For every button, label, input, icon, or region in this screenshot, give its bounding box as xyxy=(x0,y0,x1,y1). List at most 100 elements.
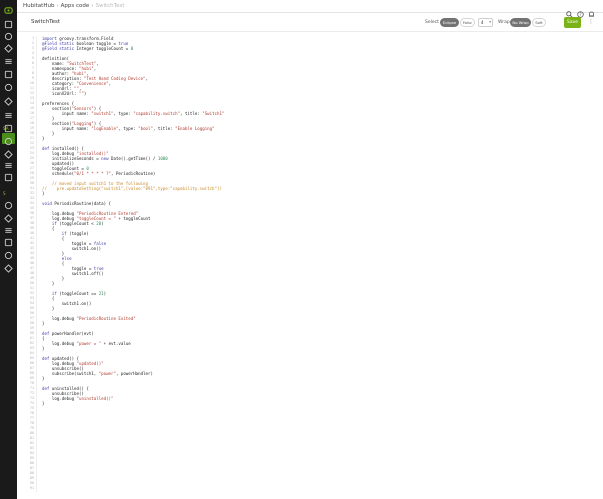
line-number: 68 xyxy=(29,371,34,375)
line-number: 69 xyxy=(29,376,34,380)
line-number: 8 xyxy=(31,71,34,75)
line-number: 47 xyxy=(29,266,34,270)
line-number: 4 xyxy=(31,51,34,55)
line-number: 55 xyxy=(29,306,34,310)
tools-icon[interactable] xyxy=(4,150,13,159)
notification-icon[interactable] xyxy=(588,3,595,17)
line-number: 74 xyxy=(29,401,34,405)
globe-icon[interactable] xyxy=(4,264,13,273)
line-number: 49 xyxy=(29,276,34,280)
line-number: 38 xyxy=(29,221,34,225)
line-number: 90 xyxy=(29,481,34,485)
line-number: 17 xyxy=(29,116,34,120)
list-icon[interactable] xyxy=(4,173,13,182)
code-line: } xyxy=(42,281,55,286)
line-number: 81 xyxy=(29,436,34,440)
save-button[interactable]: Save xyxy=(564,17,581,28)
breadcrumb-separator: › xyxy=(91,3,94,9)
clock-icon[interactable] xyxy=(4,70,13,79)
line-number: 25 xyxy=(29,156,34,160)
line-number: 85 xyxy=(29,456,34,460)
line-number: 7 xyxy=(31,66,34,70)
line-number: 28 xyxy=(29,171,34,175)
line-number: 19 xyxy=(29,126,34,130)
code-line: log.debug "PeriodicRoutine Exited" xyxy=(42,316,136,321)
wrap-option-no-wrap[interactable]: No Wrap xyxy=(510,18,531,27)
breadcrumb-hub[interactable]: HubitatHub xyxy=(23,3,54,9)
line-number: 57 xyxy=(29,316,34,320)
line-number: 76 xyxy=(29,411,34,415)
gear-icon[interactable] xyxy=(4,161,13,170)
settings-icon[interactable] xyxy=(4,226,13,235)
code-line: void PeriodicRoutine(data) { xyxy=(42,201,112,206)
line-number: 46 xyxy=(29,261,34,265)
line-number: 50 xyxy=(29,281,34,285)
wrap-label: Wrap xyxy=(498,20,510,25)
code-line: } xyxy=(42,376,45,381)
code-line: @Field static Integer toggleCount = 0 xyxy=(42,46,134,51)
line-number: 72 xyxy=(29,391,34,395)
line-number: 43 xyxy=(29,246,34,250)
chat-icon[interactable] xyxy=(4,201,13,210)
location-icon[interactable] xyxy=(4,44,13,53)
line-number: 63 xyxy=(29,346,34,350)
home-icon[interactable] xyxy=(4,20,13,29)
font-size-value: 4 xyxy=(481,20,484,25)
search-icon[interactable] xyxy=(566,3,573,18)
line-number: 6 xyxy=(31,61,34,65)
font-size-select[interactable]: 4 ▾ xyxy=(478,18,493,27)
line-number: 33 xyxy=(29,196,34,200)
line-number: 42 xyxy=(29,241,34,245)
line-number: 48 xyxy=(29,271,34,275)
menu-icon[interactable] xyxy=(4,97,13,106)
code-editor[interactable]: 1 2 3 4 5 6 7 8 9 10 11 12 13 14 15 16 17 18 19 20 21 22 23 24 2… xyxy=(25,36,595,492)
line-number: 53 xyxy=(29,296,34,300)
line-number: 36 xyxy=(29,211,34,215)
logo-icon[interactable] xyxy=(4,6,13,15)
breadcrumb: HubitatHub › Apps code › SwitchTest xyxy=(23,3,124,9)
line-number: 13 xyxy=(29,96,34,100)
gear-icon[interactable] xyxy=(4,137,13,146)
line-number: 27 xyxy=(29,166,34,170)
line-number: 59 xyxy=(29,326,34,330)
nav-rail: SA S xyxy=(0,0,17,499)
theme-option-falsc[interactable]: Falsc xyxy=(460,18,475,27)
line-number: 58 xyxy=(29,321,34,325)
line-number: 88 xyxy=(29,471,34,475)
gear-icon[interactable] xyxy=(4,57,13,66)
box-icon[interactable] xyxy=(4,251,13,260)
devices-icon[interactable] xyxy=(4,32,13,41)
line-number: 83 xyxy=(29,446,34,450)
line-number: 45 xyxy=(29,256,34,260)
code-line: // pre.updateSetting("switch1",[value:"8… xyxy=(42,186,222,191)
breadcrumb-apps-code[interactable]: Apps code xyxy=(61,3,90,9)
more-options-icon[interactable]: ⋮ xyxy=(588,19,594,25)
line-number: 84 xyxy=(29,451,34,455)
line-number: 78 xyxy=(29,421,34,425)
line-number: 64 xyxy=(29,351,34,355)
transfer-icon[interactable] xyxy=(4,238,13,247)
line-number: 29 xyxy=(29,176,34,180)
line-number: 14 xyxy=(29,101,34,105)
line-number: 44 xyxy=(29,251,34,255)
bulb-icon[interactable] xyxy=(4,83,13,92)
line-number-gutter: 1 2 3 4 5 6 7 8 9 10 11 12 13 14 15 16 17 18 19 20 21 22 23 24 2… xyxy=(25,36,37,492)
code-line: log.debug "power = " + evt.value xyxy=(42,341,131,346)
code-line: def powerHandler(evt) xyxy=(42,331,94,336)
link-icon[interactable] xyxy=(4,214,13,223)
file-title: SwitchTest xyxy=(31,19,61,25)
line-number: 51 xyxy=(29,286,34,290)
apps-icon[interactable] xyxy=(4,111,13,120)
line-number: 37 xyxy=(29,216,34,220)
code-line: schedule("0/1 * * * * ?", PeriodicRoutin… xyxy=(42,171,156,176)
line-number: 5 xyxy=(31,56,34,60)
theme-option-eclipse[interactable]: Eclipse xyxy=(440,18,459,27)
line-number: 87 xyxy=(29,466,34,470)
help-icon[interactable]: ? xyxy=(577,3,584,18)
line-number: 67 xyxy=(29,366,34,370)
line-number: 41 xyxy=(29,236,34,240)
shield-icon[interactable] xyxy=(4,124,13,133)
select-label: Select xyxy=(425,20,439,25)
wrap-option-soft[interactable]: Soft xyxy=(532,18,546,27)
code-line: iconX2Url: "") xyxy=(42,91,87,96)
